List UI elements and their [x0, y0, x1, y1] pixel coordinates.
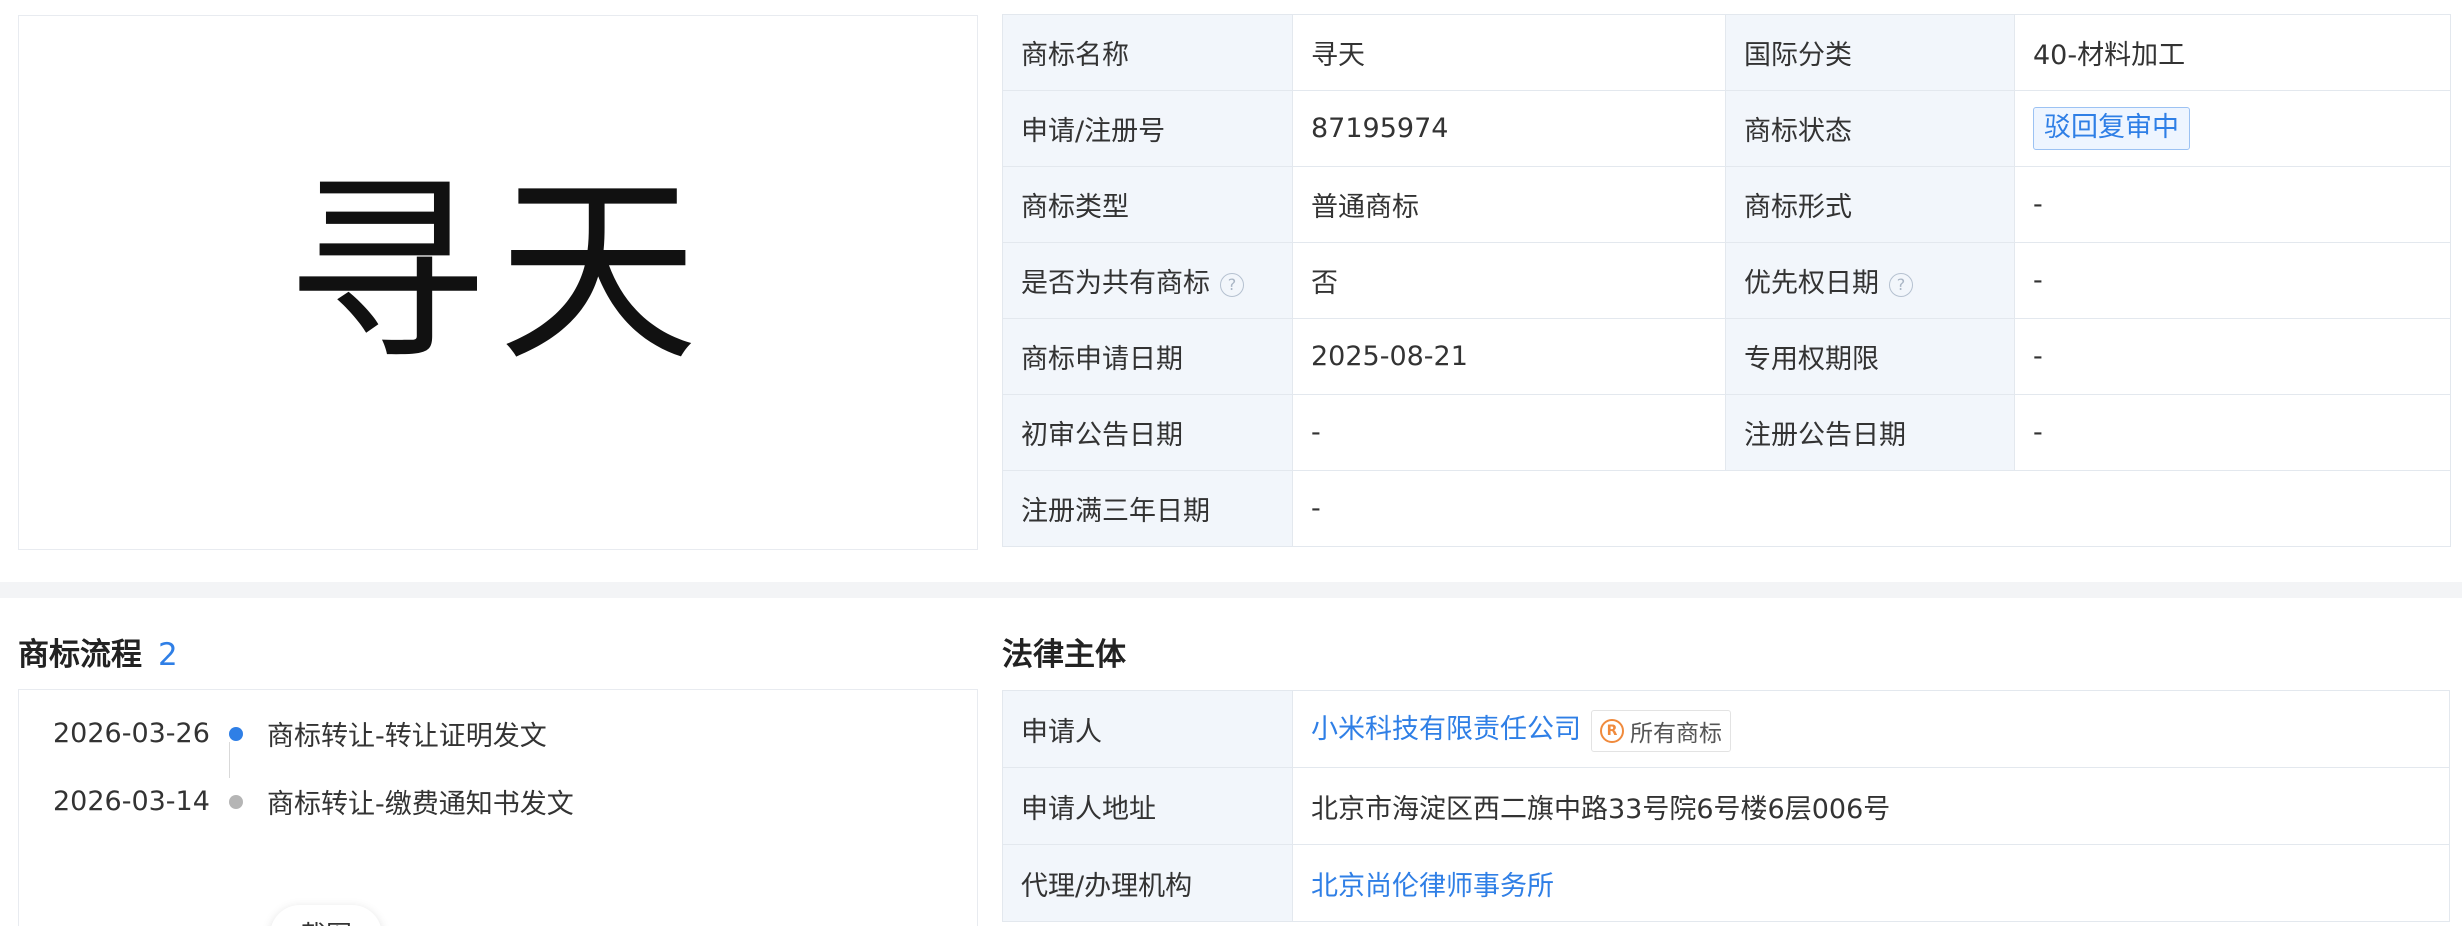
trademark-image[interactable]: 寻天 [18, 15, 978, 550]
value-three-years-date: - [1292, 470, 2451, 547]
applicant-link[interactable]: 小米科技有限责任公司 [1311, 714, 1581, 745]
label-trademark-type: 商标类型 [1002, 166, 1293, 243]
screenshot-float-button[interactable]: 截图 [270, 905, 382, 926]
trademark-image-text: 寻天 [285, 155, 710, 389]
info-row: 初审公告日期 - 注册公告日期 - [1002, 394, 2451, 471]
timeline-event: 商标转让-转让证明发文 [267, 721, 547, 752]
trademark-info-table: 商标名称 寻天 国际分类 40-材料加工 申请/注册号 87195974 商标状… [1002, 14, 2451, 547]
value-applicant-cell: 小米科技有限责任公司 R 所有商标 [1292, 690, 2450, 768]
registered-icon: R [1600, 718, 1624, 743]
timeline-connector [229, 742, 230, 778]
value-agency-cell: 北京尚伦律师事务所 [1292, 844, 2450, 922]
screenshot-float-button-label: 截图 [300, 915, 352, 926]
process-section-title: 商标流程 2 [18, 629, 178, 674]
value-application-date: 2025-08-21 [1292, 318, 1726, 395]
timeline-dot-inactive-icon [229, 794, 243, 809]
label-reg-announce-date: 注册公告日期 [1725, 394, 2015, 471]
legal-row: 代理/办理机构 北京尚伦律师事务所 [1002, 844, 2450, 922]
legal-row: 申请人 小米科技有限责任公司 R 所有商标 [1002, 690, 2450, 768]
info-row: 商标名称 寻天 国际分类 40-材料加工 [1002, 14, 2451, 91]
question-circle-icon[interactable]: ? [1889, 272, 1913, 297]
info-row: 商标申请日期 2025-08-21 专用权期限 - [1002, 318, 2451, 395]
timeline-event: 商标转让-缴费通知书发文 [267, 789, 574, 820]
value-trademark-form: - [2014, 166, 2451, 243]
legal-row: 申请人地址 北京市海淀区西二旗中路33号院6号楼6层006号 [1002, 767, 2450, 845]
question-circle-icon[interactable]: ? [1220, 272, 1244, 297]
value-reg-number: 87195974 [1292, 90, 1726, 167]
agency-link[interactable]: 北京尚伦律师事务所 [1311, 871, 1554, 902]
timeline-date: 2026-03-26 [53, 718, 210, 749]
label-application-date: 商标申请日期 [1002, 318, 1293, 395]
value-intl-class: 40-材料加工 [2014, 14, 2451, 91]
label-trademark-name: 商标名称 [1002, 14, 1293, 91]
label-trademark-form: 商标形式 [1725, 166, 2015, 243]
info-row: 商标类型 普通商标 商标形式 - [1002, 166, 2451, 243]
value-trademark-status-cell: 驳回复审中 [2014, 90, 2451, 167]
legal-section-title: 法律主体 [1002, 637, 1126, 673]
label-shared-trademark: 是否为共有商标 [1021, 268, 1210, 299]
label-intl-class: 国际分类 [1725, 14, 2015, 91]
label-applicant-address: 申请人地址 [1002, 767, 1293, 845]
timeline-item: 2026-03-14 商标转让-缴费通知书发文 [53, 782, 574, 821]
value-applicant-address: 北京市海淀区西二旗中路33号院6号楼6层006号 [1292, 767, 2450, 845]
label-exclusive-right-term: 专用权期限 [1725, 318, 2015, 395]
value-trademark-name: 寻天 [1292, 14, 1726, 91]
all-trademarks-label: 所有商标 [1630, 720, 1722, 747]
label-reg-number: 申请/注册号 [1002, 90, 1293, 167]
timeline-date: 2026-03-14 [53, 786, 210, 817]
label-priority-date: 优先权日期 [1744, 268, 1879, 299]
label-agency: 代理/办理机构 [1002, 844, 1293, 922]
timeline-dot-active-icon [229, 726, 243, 741]
label-shared-trademark-cell: 是否为共有商标? [1002, 242, 1293, 319]
process-count: 2 [158, 637, 178, 673]
process-title-text: 商标流程 [18, 637, 142, 673]
value-priority-date: - [2014, 242, 2451, 319]
value-prelim-announce-date: - [1292, 394, 1726, 471]
info-row: 是否为共有商标? 否 优先权日期? - [1002, 242, 2451, 319]
process-timeline: 2026-03-26 商标转让-转让证明发文 2026-03-14 商标转让-缴… [18, 689, 978, 926]
timeline-item: 2026-03-26 商标转让-转让证明发文 [53, 714, 547, 753]
legal-subject-table: 申请人 小米科技有限责任公司 R 所有商标 申请人地址 北京市海淀区西二旗中路33号… [1002, 690, 2450, 922]
value-reg-announce-date: - [2014, 394, 2451, 471]
value-exclusive-right-term: - [2014, 318, 2451, 395]
label-applicant: 申请人 [1002, 690, 1293, 768]
trademark-detail-page: 寻天 商标名称 寻天 国际分类 40-材料加工 申请/注册号 87195974 … [0, 0, 2462, 926]
section-divider [0, 582, 2462, 598]
all-trademarks-button[interactable]: R 所有商标 [1591, 709, 1731, 752]
status-badge[interactable]: 驳回复审中 [2033, 107, 2190, 150]
label-prelim-announce-date: 初审公告日期 [1002, 394, 1293, 471]
label-priority-date-cell: 优先权日期? [1725, 242, 2015, 319]
value-trademark-type: 普通商标 [1292, 166, 1726, 243]
label-trademark-status: 商标状态 [1725, 90, 2015, 167]
info-row: 申请/注册号 87195974 商标状态 驳回复审中 [1002, 90, 2451, 167]
info-row: 注册满三年日期 - [1002, 470, 2451, 547]
label-three-years-date: 注册满三年日期 [1002, 470, 1293, 547]
value-shared-trademark: 否 [1292, 242, 1726, 319]
